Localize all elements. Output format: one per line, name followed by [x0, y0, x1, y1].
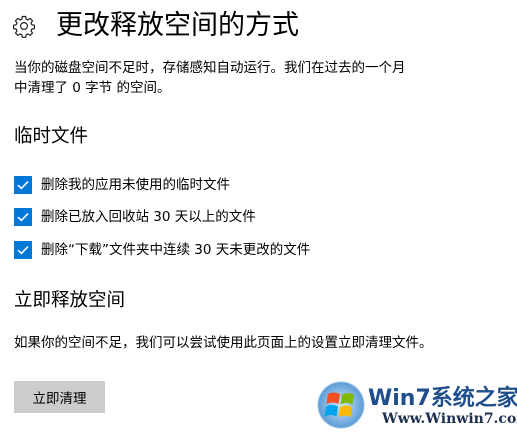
checkbox-checked[interactable]: [14, 176, 32, 194]
checkmark-icon: [17, 181, 29, 190]
checkmark-icon: [17, 213, 29, 222]
clean-now-button[interactable]: 立即清理: [14, 381, 105, 413]
watermark-brand: Win7系统之家: [368, 386, 517, 411]
checkbox-label: 删除已放入回收站 30 天以上的文件: [41, 209, 256, 225]
checkbox-row-recycle-bin[interactable]: 删除已放入回收站 30 天以上的文件: [14, 207, 256, 227]
temp-files-heading: 临时文件: [14, 126, 89, 147]
checkbox-row-unused-app-temp-files[interactable]: 删除我的应用未使用的临时文件: [14, 175, 230, 195]
checkbox-label: 删除“下载”文件夹中连续 30 天未更改的文件: [41, 242, 311, 258]
free-space-now-heading: 立即释放空间: [14, 290, 126, 311]
checkbox-checked[interactable]: [14, 241, 32, 259]
storage-sense-description: 当你的磁盘空间不足时，存储感知自动运行。我们在过去的一个月 中清理了 0 字节 …: [14, 58, 484, 98]
page-header: 更改释放空间的方式: [12, 6, 299, 46]
watermark: Win7系统之家 Www.Winwin7.com: [316, 378, 517, 434]
free-space-description: 如果你的空间不足，我们可以尝试使用此页面上的设置立即清理文件。: [14, 335, 433, 351]
windows-logo-icon: [317, 381, 365, 429]
checkbox-label: 删除我的应用未使用的临时文件: [41, 177, 230, 193]
gear-icon: [12, 14, 36, 38]
description-line-1: 当你的磁盘空间不足时，存储感知自动运行。我们在过去的一个月: [14, 60, 406, 76]
checkbox-row-downloads-folder[interactable]: 删除“下载”文件夹中连续 30 天未更改的文件: [14, 240, 310, 260]
description-line-2: 中清理了 0 字节 的空间。: [14, 80, 171, 96]
settings-page: 更改释放空间的方式 当你的磁盘空间不足时，存储感知自动运行。我们在过去的一个月 …: [0, 0, 517, 437]
checkmark-icon: [17, 246, 29, 255]
page-title: 更改释放空间的方式: [56, 10, 299, 41]
watermark-url: Www.Winwin7.com: [382, 411, 517, 427]
checkbox-checked[interactable]: [14, 208, 32, 226]
